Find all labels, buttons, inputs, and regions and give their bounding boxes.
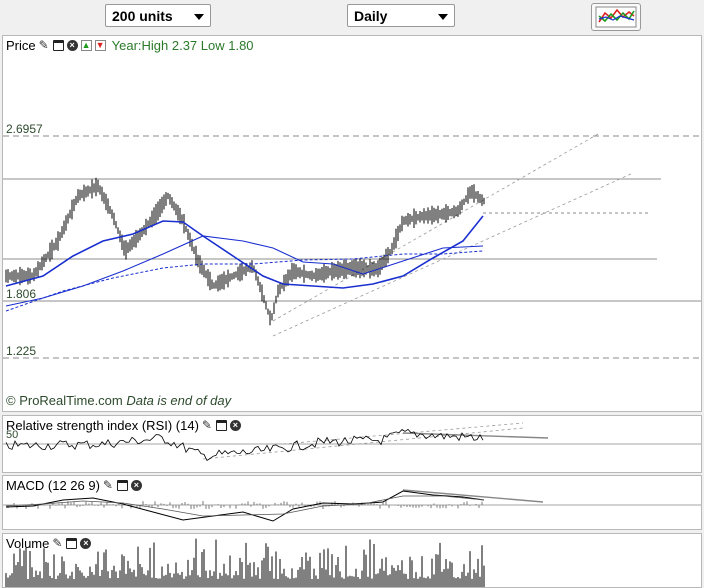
price-chart	[3, 133, 701, 359]
macd-line	[5, 490, 485, 522]
close-icon[interactable]: ×	[66, 40, 78, 51]
close-icon[interactable]: ×	[229, 420, 241, 431]
rsi-trendline	[202, 427, 524, 460]
rsi-line	[5, 428, 484, 461]
chart-type-button[interactable]	[591, 3, 641, 31]
credit: © ProRealTime.com Data is end of day	[6, 393, 231, 408]
level-label-mid: 1.806	[6, 287, 37, 301]
price-panel: Price ✎ × ▲ ▼ Year:High 2.37 Low 1.80 2.…	[2, 35, 702, 412]
volume-panel-title: Volume	[6, 536, 50, 551]
wrench-icon[interactable]: ✎	[52, 537, 63, 549]
top-toolbar: 200 units Daily	[0, 0, 704, 34]
channel-line	[272, 133, 599, 322]
credit-note: Data is end of day	[126, 393, 232, 408]
level-label-high: 2.6957	[6, 122, 43, 136]
macd-panel-title: MACD (12 26 9)	[6, 478, 100, 493]
chevron-down-icon	[194, 14, 204, 20]
volume-chart	[5, 538, 485, 587]
level-label-low: 1.225	[6, 344, 37, 358]
macd-panel: MACD (12 26 9) ✎ ×	[2, 475, 702, 530]
moving-average-short	[5, 215, 484, 289]
moving-average-dashed	[5, 250, 484, 312]
wrench-icon[interactable]: ✎	[39, 39, 50, 51]
volume-panel: Volume ✎ ×	[2, 533, 702, 588]
close-icon[interactable]: ×	[80, 538, 92, 549]
wrench-icon[interactable]: ✎	[103, 479, 114, 491]
rsi-panel-header: Relative strength index (RSI) (14) ✎ ×	[6, 418, 241, 433]
wrench-icon[interactable]: ✎	[202, 419, 213, 431]
macd-panel-header: MACD (12 26 9) ✎ ×	[6, 478, 142, 493]
rsi-panel-title: Relative strength index (RSI) (14)	[6, 418, 199, 433]
chevron-down-icon	[438, 14, 448, 20]
chart-type-icon	[595, 6, 637, 28]
period-select-value: Daily	[354, 8, 388, 24]
close-icon[interactable]: ×	[130, 480, 142, 491]
year-range: Year:High 2.37 Low 1.80	[111, 38, 254, 53]
period-select[interactable]: Daily	[347, 4, 455, 27]
window-icon[interactable]	[66, 538, 78, 549]
window-icon[interactable]	[116, 480, 128, 491]
channel-line	[272, 172, 634, 337]
units-select[interactable]: 200 units	[105, 4, 211, 27]
price-panel-title: Price	[6, 38, 36, 53]
credit-text: © ProRealTime.com	[6, 393, 123, 408]
volume-panel-header: Volume ✎ ×	[6, 536, 92, 551]
move-up-icon[interactable]: ▲	[80, 40, 92, 51]
units-select-value: 200 units	[112, 8, 173, 24]
rsi-panel: 50 Relative strength index (RSI) (14) ✎ …	[2, 415, 702, 473]
price-panel-header: Price ✎ × ▲ ▼ Year:High 2.37 Low 1.80	[6, 38, 254, 53]
window-icon[interactable]	[215, 420, 227, 431]
move-down-icon[interactable]: ▼	[94, 40, 106, 51]
window-icon[interactable]	[52, 40, 64, 51]
